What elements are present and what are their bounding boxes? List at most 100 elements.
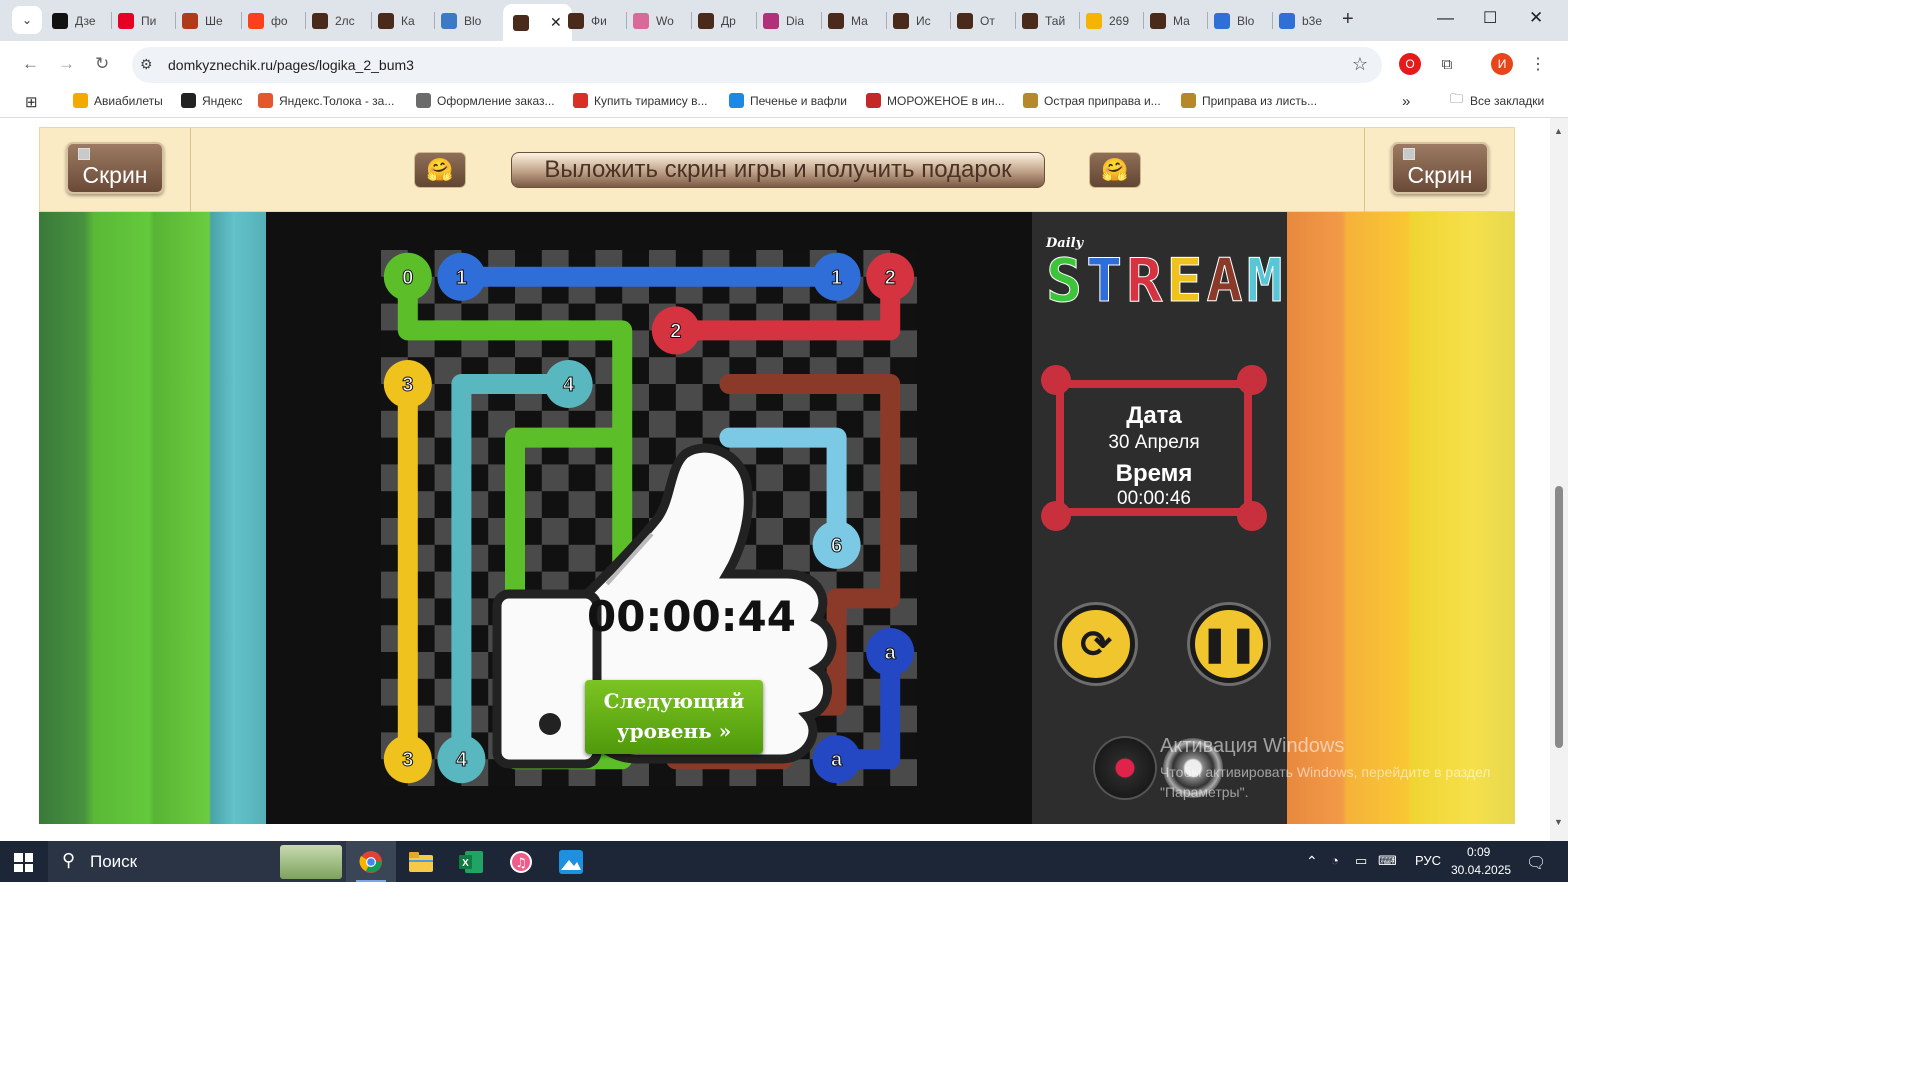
bookmark-item[interactable]: Купить тирамису в...: [573, 93, 707, 108]
browser-tab[interactable]: Ше: [182, 6, 223, 35]
tab-separator: [821, 12, 822, 29]
file-explorer-icon[interactable]: [396, 841, 446, 882]
screenshot-button-right[interactable]: Скрин: [1391, 142, 1489, 194]
time-label: Время: [1115, 460, 1193, 487]
new-tab-button[interactable]: +: [1342, 8, 1354, 31]
record-button[interactable]: [1095, 738, 1155, 798]
bookmark-star-icon[interactable]: ☆: [1352, 54, 1368, 75]
restart-button[interactable]: ⟳: [1057, 605, 1135, 683]
network-icon[interactable]: ◔: [1331, 853, 1339, 868]
tab-title: Дзе: [75, 13, 96, 28]
broken-image-icon: [78, 148, 90, 160]
page-scrollbar[interactable]: ▲ ▼: [1550, 118, 1568, 841]
yandex-icon: [248, 12, 264, 29]
dzen-icon: [52, 12, 68, 29]
browser-tab[interactable]: Фи: [568, 6, 607, 35]
browser-tab[interactable]: 269: [1086, 6, 1129, 35]
browser-tab[interactable]: Др: [698, 6, 736, 35]
tray-expand-icon[interactable]: ⌃: [1306, 853, 1318, 870]
site-icon: [182, 12, 198, 29]
language-indicator[interactable]: РУС: [1415, 853, 1441, 868]
url-text[interactable]: domkyznechik.ru/pages/logika_2_bum3: [168, 57, 414, 73]
level-complete-popup: 00:00:44 Следующий уровень »: [457, 424, 847, 794]
browser-tab[interactable]: От: [957, 6, 995, 35]
browser-tab[interactable]: Ис: [893, 6, 931, 35]
browser-menu-icon[interactable]: ⋮: [1527, 53, 1549, 75]
keyboard-icon[interactable]: ⌨: [1378, 853, 1397, 869]
site-info-icon[interactable]: ⚙: [140, 56, 153, 73]
forward-icon[interactable]: →: [58, 54, 75, 74]
back-icon[interactable]: ←: [22, 54, 39, 74]
browser-tab[interactable]: Dia: [763, 6, 804, 35]
endpoint-label: a: [885, 642, 897, 664]
tab-separator: [305, 12, 306, 29]
emoji-button-left[interactable]: 🤗: [414, 152, 466, 188]
browser-tab[interactable]: 2лс: [312, 6, 355, 35]
browser-tab[interactable]: Дзе: [52, 6, 96, 35]
extensions-icon[interactable]: ⧉: [1436, 53, 1458, 75]
itunes-icon[interactable]: ♫: [496, 841, 546, 882]
windows-start-icon[interactable]: [14, 853, 33, 872]
close-window-icon[interactable]: ✕: [1529, 8, 1543, 28]
tab-separator: [1015, 12, 1016, 29]
bookmark-item[interactable]: МОРОЖЕНОЕ в ин...: [866, 93, 1005, 108]
next-level-button[interactable]: Следующий уровень »: [585, 680, 763, 754]
bookmark-item[interactable]: Оформление заказ...: [416, 93, 555, 108]
browser-tab[interactable]: Пи: [118, 6, 156, 35]
date-value: 30 Апреля: [1108, 432, 1200, 453]
scroll-down-icon[interactable]: ▼: [1554, 817, 1563, 827]
close-tab-icon[interactable]: ✕: [550, 14, 562, 31]
bookmark-item[interactable]: Яндекс: [181, 93, 242, 108]
game-logo: STREAM: [1045, 246, 1287, 317]
browser-tab[interactable]: Wo: [633, 6, 674, 35]
bookmark-label: Оформление заказ...: [437, 93, 555, 108]
bookmark-item[interactable]: Яндекс.Толока - за...: [258, 93, 394, 108]
browser-tab[interactable]: Blo: [1214, 6, 1254, 35]
minimize-icon[interactable]: —: [1437, 8, 1454, 28]
windows-taskbar: ⚲ Поиск X ♫ ⌃ ◔ ▭ ⌨ РУС 0:09 30.04.2025 …: [0, 841, 1568, 882]
tab-title: Ис: [916, 13, 931, 28]
clock-date[interactable]: 30.04.2025: [1451, 863, 1511, 877]
browser-tab[interactable]: Ма: [1150, 6, 1190, 35]
svg-text:X: X: [462, 858, 469, 869]
notifications-icon[interactable]: 🗨: [1526, 853, 1546, 873]
more-bookmarks-icon[interactable]: »: [1402, 93, 1410, 110]
browser-tab[interactable]: фо: [248, 6, 288, 35]
browser-tab[interactable]: ✕: [503, 4, 572, 41]
reload-icon[interactable]: ↻: [95, 54, 109, 74]
screenshot-button-left[interactable]: Скрин: [66, 142, 164, 194]
browser-tab[interactable]: Ка: [378, 6, 415, 35]
battery-icon[interactable]: ▭: [1355, 853, 1367, 869]
bookmark-item[interactable]: Печенье и вафли: [729, 93, 847, 108]
browser-tab[interactable]: b3e: [1279, 6, 1322, 35]
game-area: 01122346a9734a 00:00:44 Следующий уровен…: [39, 212, 1515, 824]
tab-separator: [1207, 12, 1208, 29]
browser-tab[interactable]: Тай: [1022, 6, 1065, 35]
bookmark-item[interactable]: Приправа из листь...: [1181, 93, 1317, 108]
bookmark-item[interactable]: Острая приправа и...: [1023, 93, 1161, 108]
apps-grid-icon[interactable]: ⊞: [25, 93, 38, 111]
profile-avatar[interactable]: И: [1491, 53, 1513, 75]
scroll-thumb[interactable]: [1555, 486, 1563, 748]
blogger-icon: [1279, 12, 1295, 29]
search-highlight-image: [280, 845, 342, 879]
clock-time[interactable]: 0:09: [1467, 845, 1490, 859]
tab-search-button[interactable]: ⌄: [12, 6, 42, 34]
promo-button[interactable]: Выложить скрин игры и получить подарок: [511, 152, 1045, 188]
taskbar-search[interactable]: ⚲ Поиск: [48, 841, 346, 882]
all-bookmarks[interactable]: 🗀 Все закладки: [1449, 91, 1544, 108]
opera-extension-icon[interactable]: O: [1399, 53, 1421, 75]
broken-image-icon: [1403, 148, 1415, 160]
chrome-taskbar-icon[interactable]: [346, 841, 396, 882]
address-bar[interactable]: ⚙ domkyznechik.ru/pages/logika_2_bum3 ☆: [132, 47, 1382, 83]
scroll-up-icon[interactable]: ▲: [1554, 126, 1563, 136]
bookmark-item[interactable]: Авиабилеты: [73, 93, 163, 108]
emoji-button-right[interactable]: 🤗: [1089, 152, 1141, 188]
browser-tab[interactable]: Blo: [441, 6, 481, 35]
bookmarks-bar: ⊞ Авиабилеты Яндекс Яндекс.Толока - за... О…: [0, 88, 1568, 118]
browser-tab[interactable]: Ма: [828, 6, 868, 35]
maximize-icon[interactable]: ☐: [1483, 8, 1497, 28]
pause-button[interactable]: ❚❚: [1190, 605, 1268, 683]
photo-editor-icon[interactable]: [546, 841, 596, 882]
excel-icon[interactable]: X: [446, 841, 496, 882]
